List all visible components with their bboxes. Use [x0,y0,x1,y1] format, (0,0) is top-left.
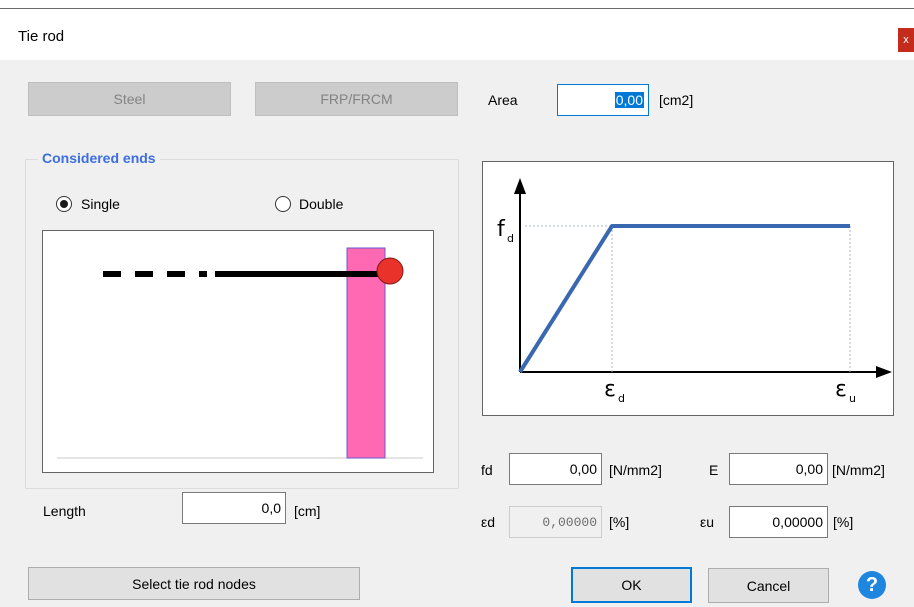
select-tie-rod-nodes-button[interactable]: Select tie rod nodes [28,567,360,600]
double-radio-label[interactable]: Double [299,196,343,212]
area-input[interactable]: 0,00 [557,84,649,116]
length-unit: [cm] [294,503,321,519]
length-input[interactable]: 0,0 [182,492,286,524]
fd-axis-label: f [497,217,506,242]
tie-rod-preview [42,230,434,473]
end-node-marker [376,257,404,285]
eu-input[interactable]: 0,00000 [729,506,828,538]
fd-label: fd [481,462,493,478]
stress-strain-drawing: f d ε d ε u [497,178,892,405]
radio-selected-dot [60,200,68,208]
eu-axis-label-sub: u [849,392,856,405]
considered-ends-title: Considered ends [38,150,160,166]
window-top-edge [0,0,914,9]
double-radio[interactable] [275,196,291,212]
help-icon[interactable]: ? [858,571,886,599]
e-unit: [N/mm2] [832,462,885,478]
cancel-button[interactable]: Cancel [708,568,829,603]
length-label: Length [43,503,86,519]
ok-button[interactable]: OK [571,567,692,603]
fd-axis-label-sub: d [507,232,514,245]
area-label: Area [488,92,518,108]
eu-axis-label: ε [835,377,847,402]
fd-input[interactable]: 0,00 [509,453,602,485]
x-axis-arrow [876,366,892,378]
single-radio-label[interactable]: Single [81,196,120,212]
window-title: Tie rod [18,28,65,45]
tie-rod-preview-drawing [57,247,423,459]
close-button[interactable]: x [898,28,914,52]
area-unit: [cm2] [659,92,694,108]
ed-label: εd [481,514,496,530]
y-axis-arrow [514,178,526,194]
single-radio[interactable] [56,196,72,212]
column-shape [346,247,386,459]
ed-input[interactable]: 0,00000 [509,506,602,538]
fd-unit: [N/mm2] [609,462,662,478]
stress-strain-graph: f d ε d ε u [482,161,894,416]
ed-unit: [%] [609,514,630,530]
steel-button[interactable]: Steel [28,82,231,116]
ed-axis-label: ε [604,377,616,402]
title-bar [0,9,914,60]
e-input[interactable]: 0,00 [729,453,828,485]
e-label: E [709,462,719,478]
eu-unit: [%] [833,514,854,530]
stress-strain-curve [518,224,850,374]
eu-label: εu [700,514,715,530]
ed-axis-label-sub: d [618,392,625,405]
frp-frcm-button[interactable]: FRP/FRCM [255,82,458,116]
